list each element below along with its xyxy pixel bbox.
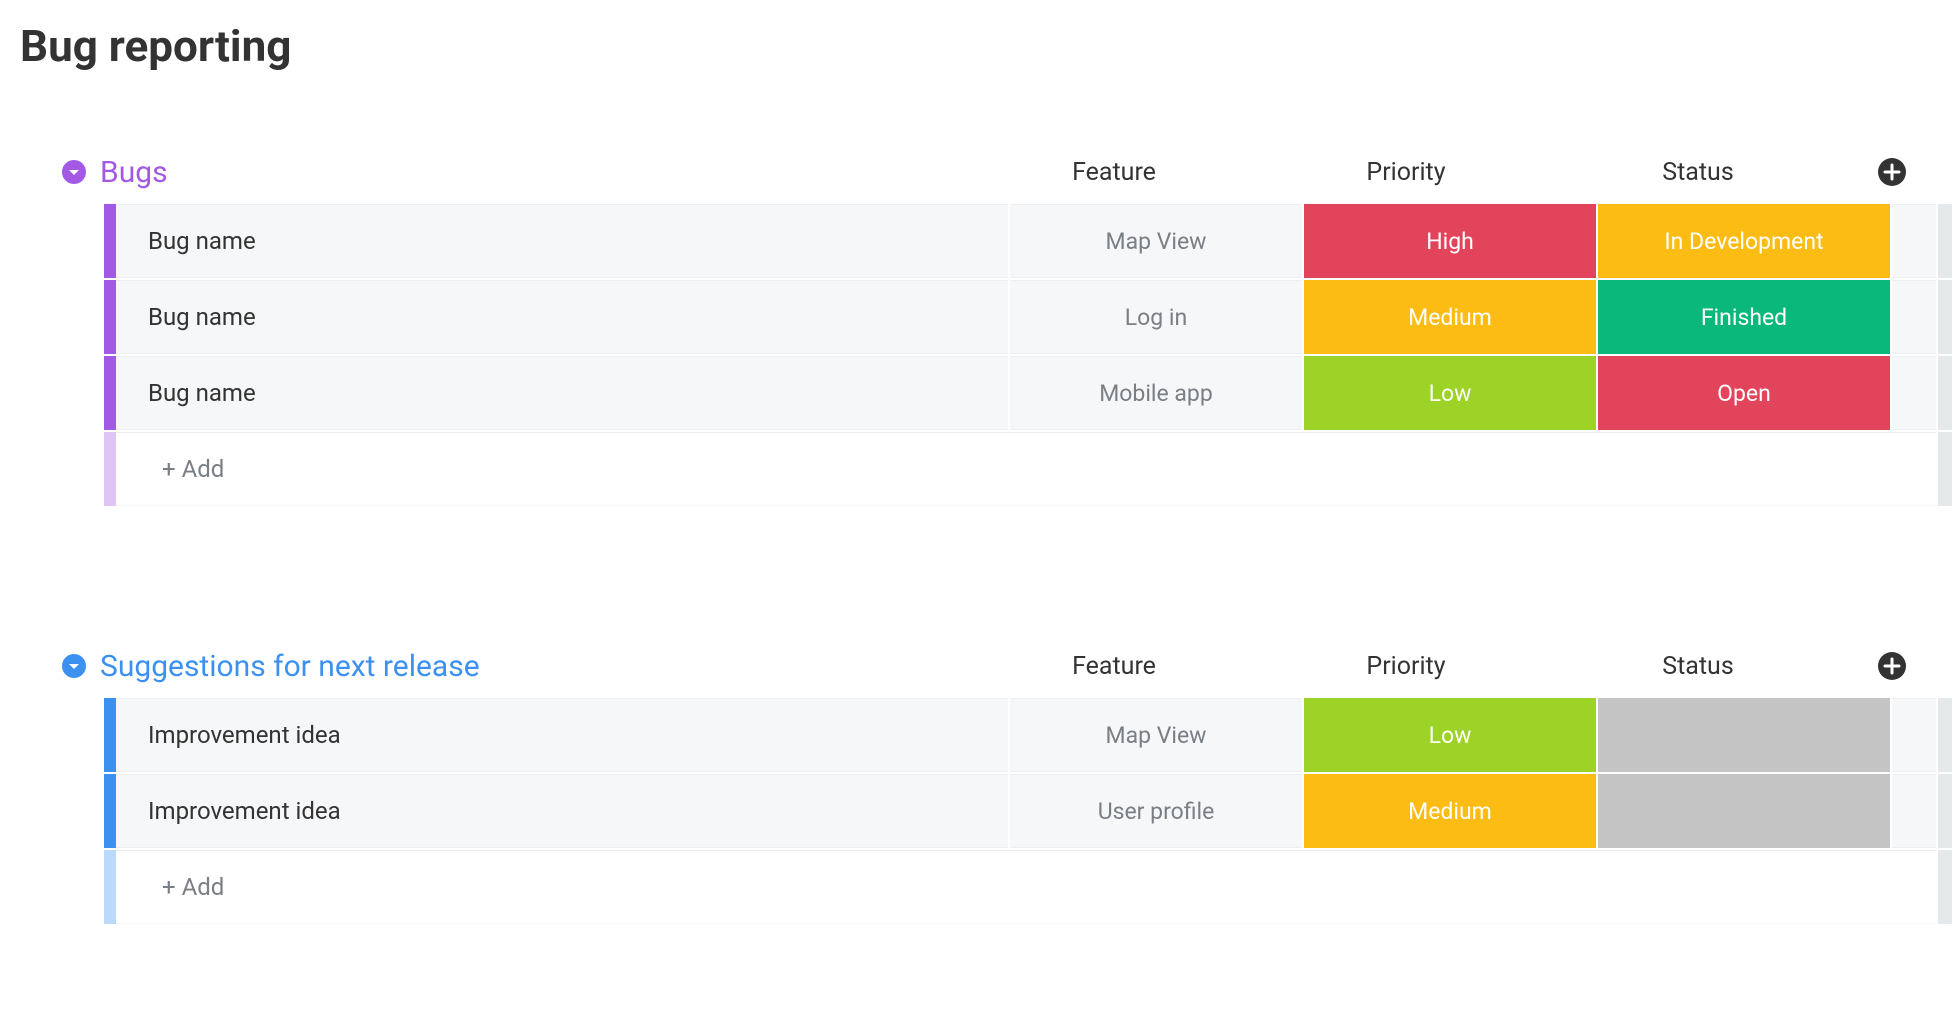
table-row[interactable]: Bug name Map View High In Development <box>104 204 1952 278</box>
row-trailing-cell <box>1892 698 1936 772</box>
row-accent-bar-faded <box>104 850 116 924</box>
group-suggestions: Suggestions for next release Feature Pri… <box>0 646 1952 924</box>
collapse-toggle-icon[interactable] <box>62 654 86 678</box>
row-tail <box>1938 698 1952 772</box>
row-tail <box>1938 204 1952 278</box>
add-column-button[interactable] <box>1874 648 1910 684</box>
row-name-cell[interactable]: Bug name <box>116 356 1008 430</box>
page-root: Bug reporting Bugs Feature Priority Stat… <box>0 20 1952 1012</box>
row-accent-bar <box>104 356 116 430</box>
cell-status[interactable] <box>1598 698 1890 772</box>
row-name-cell[interactable]: Bug name <box>116 280 1008 354</box>
row-accent-bar <box>104 774 116 848</box>
cell-feature[interactable]: User profile <box>1010 774 1302 848</box>
row-tail <box>1938 850 1952 924</box>
cell-priority[interactable]: Medium <box>1304 280 1596 354</box>
cell-priority[interactable]: High <box>1304 204 1596 278</box>
group-bugs: Bugs Feature Priority Status Bug name Ma… <box>0 152 1952 506</box>
column-headers: Feature Priority Status <box>968 648 1952 684</box>
cell-priority[interactable]: Low <box>1304 356 1596 430</box>
column-headers: Feature Priority Status <box>968 154 1952 190</box>
row-trailing-cell <box>1892 280 1936 354</box>
column-header-feature[interactable]: Feature <box>968 652 1260 681</box>
row-accent-bar-faded <box>104 432 116 506</box>
add-row-button[interactable]: + Add <box>104 850 1952 924</box>
cell-status[interactable]: Open <box>1598 356 1890 430</box>
group-header: Suggestions for next release Feature Pri… <box>62 646 1952 686</box>
column-header-priority[interactable]: Priority <box>1260 158 1552 187</box>
group-title[interactable]: Bugs <box>100 155 168 190</box>
rows-container: Bug name Map View High In Development Bu… <box>62 204 1952 506</box>
column-header-status[interactable]: Status <box>1552 158 1844 187</box>
column-header-feature[interactable]: Feature <box>968 158 1260 187</box>
row-name-cell[interactable]: Bug name <box>116 204 1008 278</box>
column-header-status[interactable]: Status <box>1552 652 1844 681</box>
column-header-priority[interactable]: Priority <box>1260 652 1552 681</box>
row-trailing-cell <box>1892 356 1936 430</box>
cell-feature[interactable]: Mobile app <box>1010 356 1302 430</box>
collapse-toggle-icon[interactable] <box>62 160 86 184</box>
row-name-cell[interactable]: Improvement idea <box>116 698 1008 772</box>
row-name-cell[interactable]: Improvement idea <box>116 774 1008 848</box>
cell-feature[interactable]: Map View <box>1010 204 1302 278</box>
row-trailing-cell <box>1892 774 1936 848</box>
cell-status[interactable]: In Development <box>1598 204 1890 278</box>
cell-status[interactable]: Finished <box>1598 280 1890 354</box>
table-row[interactable]: Bug name Mobile app Low Open <box>104 356 1952 430</box>
page-title: Bug reporting <box>0 20 1952 72</box>
add-row-label: + Add <box>116 850 1936 924</box>
cell-status[interactable] <box>1598 774 1890 848</box>
add-column-button[interactable] <box>1874 154 1910 190</box>
row-tail <box>1938 356 1952 430</box>
row-tail <box>1938 432 1952 506</box>
add-row-button[interactable]: + Add <box>104 432 1952 506</box>
cell-priority[interactable]: Medium <box>1304 774 1596 848</box>
row-trailing-cell <box>1892 204 1936 278</box>
group-header: Bugs Feature Priority Status <box>62 152 1952 192</box>
row-tail <box>1938 774 1952 848</box>
row-accent-bar <box>104 204 116 278</box>
table-row[interactable]: Bug name Log in Medium Finished <box>104 280 1952 354</box>
table-row[interactable]: Improvement idea Map View Low <box>104 698 1952 772</box>
add-row-label: + Add <box>116 432 1936 506</box>
group-title[interactable]: Suggestions for next release <box>100 649 480 684</box>
row-accent-bar <box>104 280 116 354</box>
row-tail <box>1938 280 1952 354</box>
rows-container: Improvement idea Map View Low Improvemen… <box>62 698 1952 924</box>
cell-priority[interactable]: Low <box>1304 698 1596 772</box>
table-row[interactable]: Improvement idea User profile Medium <box>104 774 1952 848</box>
row-accent-bar <box>104 698 116 772</box>
cell-feature[interactable]: Map View <box>1010 698 1302 772</box>
cell-feature[interactable]: Log in <box>1010 280 1302 354</box>
